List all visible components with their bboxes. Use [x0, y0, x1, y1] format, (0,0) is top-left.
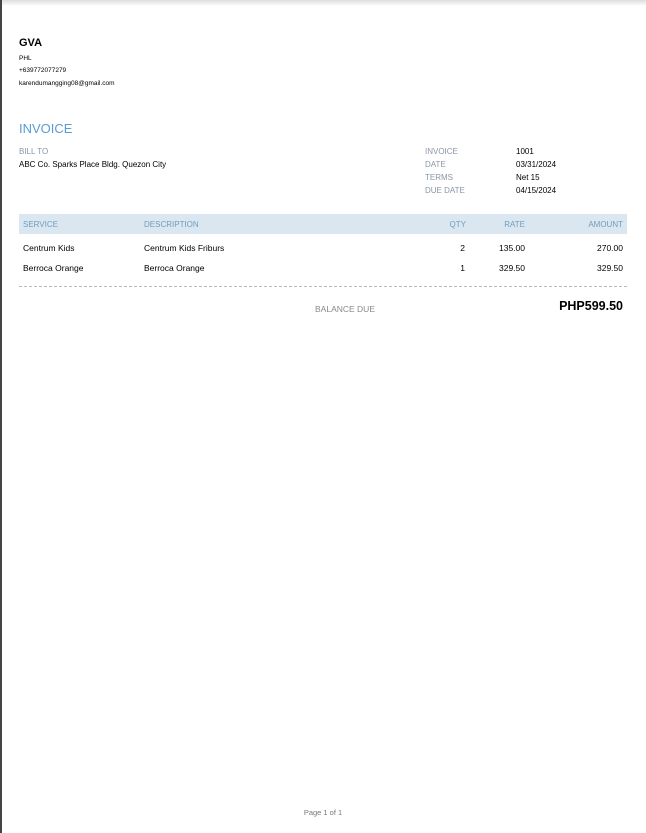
- table-header: SERVICE DESCRIPTION QTY RATE AMOUNT: [19, 214, 627, 234]
- terms-value: Net 15: [516, 173, 540, 182]
- terms-label: TERMS: [425, 173, 453, 182]
- page-number: Page 1 of 1: [303, 808, 343, 817]
- divider: [19, 286, 627, 287]
- row-qty: 1: [460, 263, 465, 273]
- due-date-label: DUE DATE: [425, 186, 465, 195]
- row-amount: 270.00: [597, 243, 623, 253]
- table-row: Centrum Kids Centrum Kids Friburs 2 135.…: [19, 243, 627, 257]
- balance-due-label: BALANCE DUE: [315, 304, 375, 314]
- date-label: DATE: [425, 160, 446, 169]
- balance-due-value: PHP599.50: [559, 299, 623, 313]
- bill-to-label: BILL TO: [19, 147, 49, 156]
- row-qty: 2: [460, 243, 465, 253]
- bill-to-value: ABC Co. Sparks Place Bldg. Quezon City: [19, 160, 167, 169]
- row-service: Berroca Orange: [23, 263, 84, 273]
- page-top-shadow: [0, 0, 646, 6]
- row-service: Centrum Kids: [23, 243, 75, 253]
- page-left-border: [0, 0, 2, 833]
- header-description: DESCRIPTION: [144, 220, 199, 229]
- row-description: Berroca Orange: [144, 263, 205, 273]
- header-rate: RATE: [504, 220, 525, 229]
- due-date-value: 04/15/2024: [516, 186, 557, 195]
- row-amount: 329.50: [597, 263, 623, 273]
- company-country: PHL: [19, 55, 32, 62]
- header-qty: QTY: [449, 220, 466, 229]
- company-name: GVA: [19, 37, 43, 49]
- row-rate: 329.50: [499, 263, 525, 273]
- row-description: Centrum Kids Friburs: [144, 243, 225, 253]
- invoice-number-label: INVOICE: [425, 147, 458, 156]
- header-amount: AMOUNT: [588, 220, 623, 229]
- company-phone: +639772077279: [19, 67, 67, 74]
- company-email: karendumangging08@gmail.com: [19, 80, 115, 87]
- header-service: SERVICE: [23, 220, 58, 229]
- row-rate: 135.00: [499, 243, 525, 253]
- invoice-number-value: 1001: [516, 147, 534, 156]
- invoice-title: INVOICE: [19, 121, 73, 136]
- table-row: Berroca Orange Berroca Orange 1 329.50 3…: [19, 263, 627, 277]
- date-value: 03/31/2024: [516, 160, 557, 169]
